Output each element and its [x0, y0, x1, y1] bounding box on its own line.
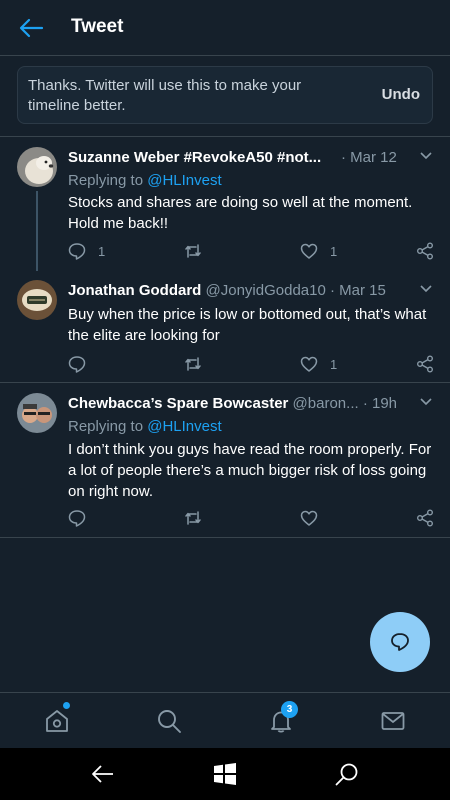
tweet-item[interactable]: Chewbacca’s Spare Bowcaster @baron... · … [0, 383, 450, 537]
share-button[interactable] [416, 354, 434, 374]
avatar[interactable] [17, 147, 57, 187]
tweet-timestamp: · Mar 12 [341, 149, 397, 166]
notifications-badge: 3 [281, 701, 298, 718]
retweet-icon [185, 357, 201, 371]
retweet-button[interactable] [184, 241, 214, 261]
tweet-actions: 1 1 [68, 241, 438, 261]
heart-icon [300, 510, 318, 526]
like-count: 1 [330, 356, 338, 372]
mail-icon[interactable] [380, 708, 406, 734]
tweet-timestamp: · 19h [358, 395, 398, 412]
tweet-item[interactable]: Jonathan Goddard @JonyidGodda10 · Mar 15… [0, 270, 450, 382]
tweet-item[interactable]: Suzanne Weber #RevokeA50 #not... · Mar 1… [0, 137, 450, 271]
retweet-button[interactable] [184, 508, 214, 528]
retweet-icon [185, 244, 201, 258]
reply-icon [68, 356, 86, 373]
back-arrow-icon[interactable] [18, 16, 44, 40]
heart-icon [300, 243, 318, 259]
share-button[interactable] [416, 241, 434, 261]
chevron-down-icon[interactable] [419, 151, 433, 161]
reply-count: 1 [98, 243, 106, 259]
replying-to: Replying to @HLInvest [68, 172, 222, 189]
search-icon[interactable] [156, 708, 182, 734]
like-button[interactable] [300, 508, 330, 528]
undo-button[interactable]: Undo [382, 86, 420, 103]
author-handle: @baron... [288, 395, 359, 412]
heart-icon [300, 356, 318, 372]
windows-back-icon[interactable] [90, 761, 116, 787]
reply-button[interactable]: 1 [68, 241, 105, 261]
share-icon [417, 355, 433, 373]
author-name[interactable]: Jonathan Goddard [68, 282, 201, 299]
toast-message: Thanks. Twitter will use this to make yo… [28, 77, 302, 114]
reply-button[interactable] [68, 508, 98, 528]
chevron-down-icon[interactable] [419, 284, 433, 294]
chevron-down-icon[interactable] [419, 397, 433, 407]
author-name[interactable]: Chewbacca’s Spare Bowcaster [68, 395, 288, 412]
system-navigation-bar [0, 748, 450, 800]
tweet-actions: 1 [68, 354, 438, 374]
reply-icon [68, 510, 86, 527]
share-button[interactable] [416, 508, 434, 528]
like-button[interactable]: 1 [300, 241, 337, 261]
like-count: 1 [330, 243, 338, 259]
tweet-text: Buy when the price is low or bottomed ou… [68, 306, 427, 344]
tweet-header: Chewbacca’s Spare Bowcaster @baron... · … [68, 395, 410, 415]
page-title: Tweet [71, 16, 124, 37]
tweet-timestamp: · Mar 15 [325, 282, 386, 299]
replying-to: Replying to @HLInvest [68, 418, 222, 435]
top-bar: Tweet [0, 0, 450, 56]
home-new-indicator [63, 702, 70, 709]
home-icon[interactable] [44, 708, 70, 734]
author-handle: @JonyidGodda10 [201, 282, 326, 299]
windows-search-icon[interactable] [334, 761, 360, 787]
like-button[interactable]: 1 [300, 354, 337, 374]
author-name[interactable]: Suzanne Weber #RevokeA50 #not... [68, 149, 321, 166]
avatar[interactable] [17, 393, 57, 433]
replying-to-label: Replying to [68, 418, 148, 435]
mention-link[interactable]: @HLInvest [147, 172, 221, 189]
tweet-header: Jonathan Goddard @JonyidGodda10 · Mar 15 [68, 282, 410, 302]
reply-icon [68, 243, 86, 260]
compose-button[interactable] [370, 612, 430, 672]
share-icon [417, 242, 433, 260]
divider [0, 537, 450, 538]
thread-line [36, 191, 38, 271]
avatar[interactable] [17, 280, 57, 320]
bottom-navigation [0, 692, 450, 748]
share-icon [417, 509, 433, 527]
tweet-text: I don’t think you guys have read the roo… [68, 441, 432, 500]
compose-icon [391, 633, 409, 651]
tweet-text: Stocks and shares are doing so well at t… [68, 194, 413, 232]
tweet-actions [68, 508, 438, 528]
replying-to-label: Replying to [68, 172, 148, 189]
retweet-button[interactable] [184, 354, 214, 374]
windows-logo-icon[interactable] [212, 761, 238, 787]
mention-link[interactable]: @HLInvest [147, 418, 221, 435]
reply-button[interactable] [68, 354, 98, 374]
retweet-icon [185, 511, 201, 525]
feedback-toast: Thanks. Twitter will use this to make yo… [17, 66, 433, 124]
